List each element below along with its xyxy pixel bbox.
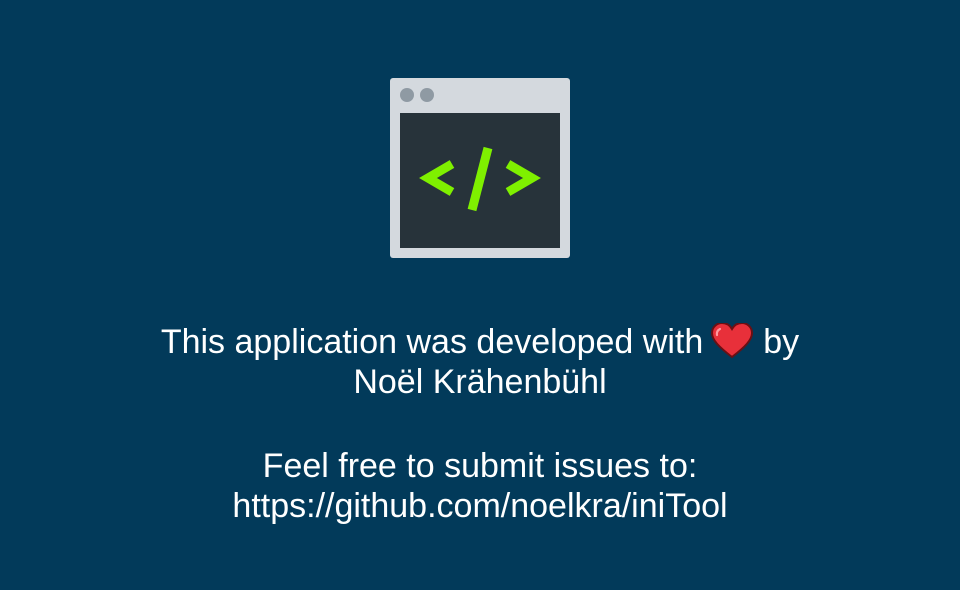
developed-with-line: This application was developed with by — [0, 322, 960, 362]
developed-with-text: This application was developed with — [160, 323, 704, 361]
heart-icon — [711, 323, 754, 359]
code-window-icon — [390, 78, 570, 258]
issues-label: Feel free to submit issues to: — [262, 447, 698, 485]
issues-url-link[interactable]: https://github.com/noelkra/iniTool — [0, 486, 960, 526]
author-name: Noël Krähenbühl — [353, 363, 607, 401]
by-text: by — [763, 323, 800, 361]
